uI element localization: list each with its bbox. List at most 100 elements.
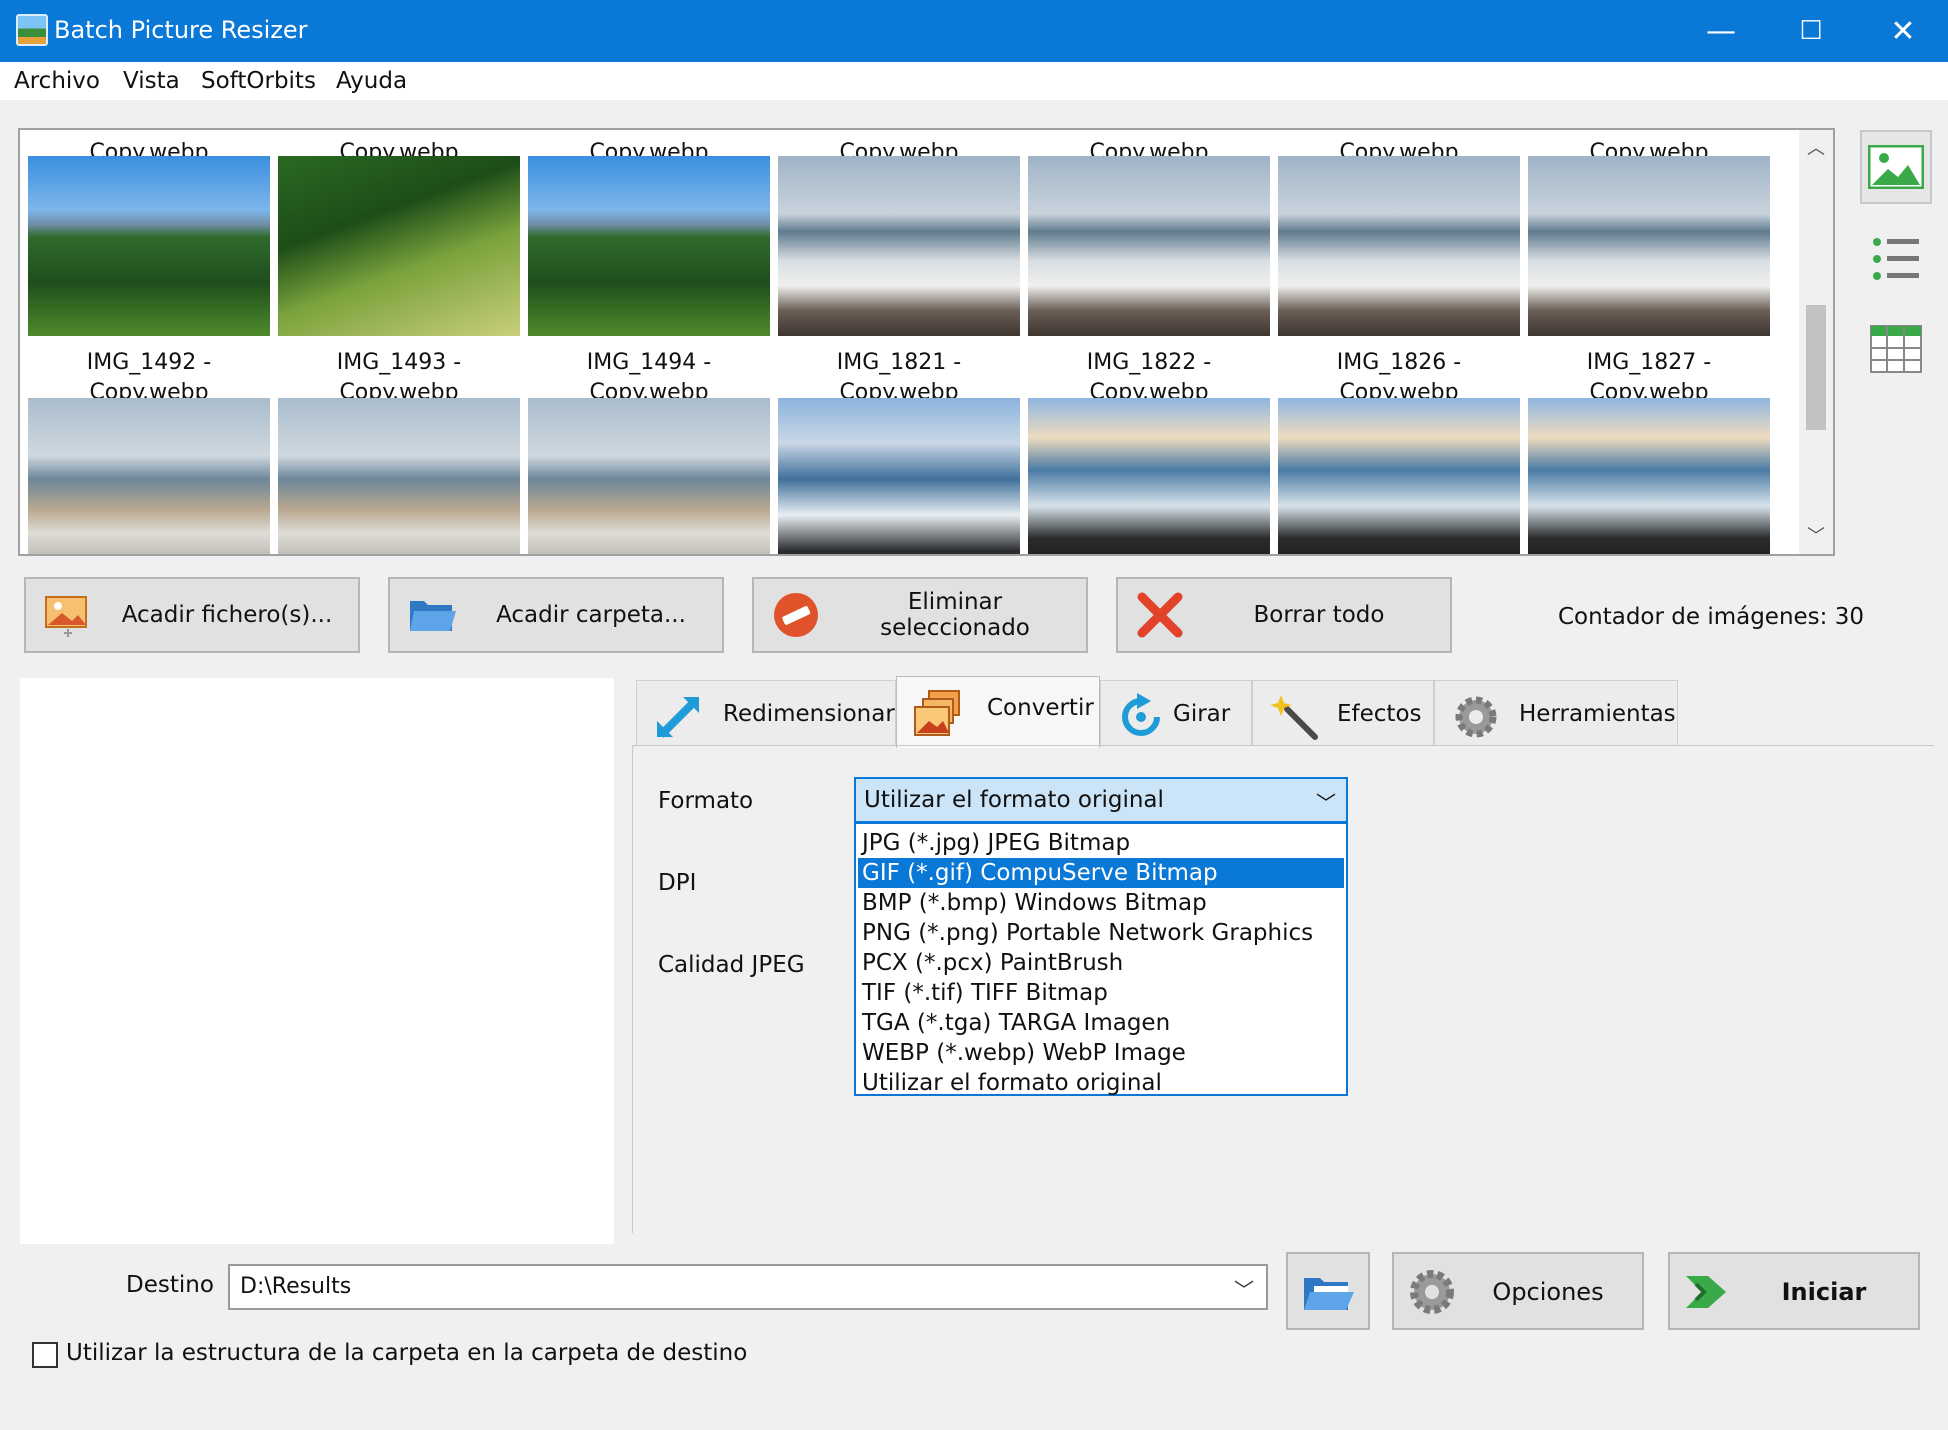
gear-icon — [1410, 1270, 1454, 1314]
thumbnail-image — [528, 398, 770, 554]
format-option-png[interactable]: PNG (*.png) Portable Network Graphics — [858, 918, 1344, 948]
image-icon — [1868, 145, 1924, 189]
clear-all-button[interactable]: Borrar todo — [1116, 577, 1452, 653]
dpi-label: DPI — [658, 870, 697, 896]
menu-vista[interactable]: Vista — [123, 68, 180, 94]
open-folder-icon — [1304, 1278, 1354, 1310]
thumbnail-caption-line1: IMG_1492 - — [86, 350, 212, 375]
menu-archivo[interactable]: Archivo — [14, 68, 100, 94]
tab-redimensionar[interactable]: Redimensionar — [636, 680, 896, 746]
start-button[interactable]: Iniciar — [1668, 1252, 1920, 1330]
tab-label: Efectos — [1337, 701, 1422, 727]
format-option-bmp[interactable]: BMP (*.bmp) Windows Bitmap — [858, 888, 1344, 918]
add-folder-button[interactable]: Acadir carpeta... — [388, 577, 724, 653]
options-button[interactable]: Opciones — [1392, 1252, 1644, 1330]
tab-convertir[interactable]: Convertir — [896, 676, 1100, 748]
format-select[interactable]: Utilizar el formato original ﹀ — [854, 777, 1348, 823]
tab-girar[interactable]: Girar — [1100, 680, 1252, 746]
thumbnail-image — [1278, 156, 1520, 336]
format-label: Formato — [658, 788, 754, 814]
start-label: Iniciar — [1781, 1278, 1867, 1306]
thumbnail-caption-line1: IMG_1493 - — [336, 350, 462, 375]
thumbnail-image — [1278, 398, 1520, 554]
chevron-down-icon: ﹀ — [1316, 791, 1336, 815]
thumbnail-view-button[interactable] — [1860, 130, 1932, 204]
list-icon — [1873, 238, 1919, 280]
thumbnail-image — [1028, 156, 1270, 336]
thumbnail-image — [778, 398, 1020, 554]
convert-images-icon — [914, 690, 960, 736]
thumbnail-image — [1028, 398, 1270, 554]
remove-icon — [774, 593, 818, 637]
menu-ayuda[interactable]: Ayuda — [336, 68, 407, 94]
magic-wand-icon — [1270, 695, 1318, 740]
minimize-button[interactable]: — — [1676, 0, 1766, 62]
tab-label: Redimensionar — [723, 701, 895, 727]
format-option-tif[interactable]: TIF (*.tif) TIFF Bitmap — [858, 978, 1344, 1008]
format-option-pcx[interactable]: PCX (*.pcx) PaintBrush — [858, 948, 1344, 978]
menu-softorbits[interactable]: SoftOrbits — [201, 68, 316, 94]
format-option-gif[interactable]: GIF (*.gif) CompuServe Bitmap — [858, 858, 1344, 888]
format-option-webp[interactable]: WEBP (*.webp) WebP Image — [858, 1038, 1344, 1068]
format-dropdown-list: JPG (*.jpg) JPEG Bitmap GIF (*.gif) Comp… — [854, 822, 1348, 1096]
clear-all-label: Borrar todo — [1253, 602, 1385, 628]
add-files-button[interactable]: Acadir fichero(s)... — [24, 577, 360, 653]
rotate-icon — [1122, 693, 1160, 736]
list-view-button[interactable] — [1860, 222, 1932, 296]
preview-panel — [20, 678, 614, 1244]
vertical-scrollbar[interactable]: ︿ ﹀ — [1799, 130, 1833, 554]
table-view-button[interactable] — [1860, 312, 1932, 386]
tab-label: Convertir — [987, 695, 1094, 721]
add-folder-label: Acadir carpeta... — [496, 602, 686, 628]
resize-arrows-icon — [657, 697, 699, 738]
thumbnail-caption-line1: IMG_1822 - — [1086, 350, 1212, 375]
destination-label: Destino — [126, 1272, 214, 1298]
thumbnail-grid[interactable]: Copy.webp Copy.webp Copy.webp Copy.webp … — [18, 128, 1835, 556]
remove-selected-button[interactable]: Eliminar seleccionado — [752, 577, 1088, 653]
add-files-label: Acadir fichero(s)... — [121, 602, 333, 628]
title-bar: Batch Picture Resizer — ☐ ✕ — [0, 0, 1948, 62]
remove-selected-label: Eliminar seleccionado — [880, 589, 1030, 641]
table-icon — [1870, 325, 1922, 373]
browse-folder-button[interactable] — [1286, 1252, 1370, 1330]
thumbnail-image — [28, 156, 270, 336]
maximize-button[interactable]: ☐ — [1766, 0, 1856, 62]
red-x-icon — [1137, 592, 1183, 638]
tab-label: Herramientas — [1519, 701, 1676, 727]
thumbnail-image — [278, 156, 520, 336]
window-title: Batch Picture Resizer — [54, 16, 308, 44]
tab-efectos[interactable]: Efectos — [1252, 680, 1434, 746]
keep-structure-label[interactable]: Utilizar la estructura de la carpeta en … — [66, 1340, 747, 1366]
green-arrow-icon — [1686, 1276, 1726, 1308]
scroll-up-icon[interactable]: ︿ — [1799, 130, 1833, 164]
close-button[interactable]: ✕ — [1858, 0, 1948, 62]
thumbnail-caption-line1: IMG_1826 - — [1336, 350, 1462, 375]
scrollbar-thumb[interactable] — [1806, 305, 1826, 430]
format-option-original[interactable]: Utilizar el formato original — [858, 1068, 1344, 1098]
format-selected-value: Utilizar el formato original — [864, 787, 1164, 813]
gear-icon — [1455, 696, 1497, 738]
tab-label: Girar — [1173, 701, 1231, 727]
format-option-tga[interactable]: TGA (*.tga) TARGA Imagen — [858, 1008, 1344, 1038]
image-counter: Contador de imágenes: 30 — [1558, 604, 1864, 630]
tab-herramientas[interactable]: Herramientas — [1434, 680, 1678, 746]
add-image-icon — [45, 596, 87, 637]
thumbnail-image — [1528, 156, 1770, 336]
destination-combo[interactable]: D:\Results ﹀ — [228, 1264, 1268, 1310]
thumbnail-image — [278, 398, 520, 554]
chevron-down-icon: ﹀ — [1234, 1278, 1254, 1302]
thumbnail-caption-line1: IMG_1494 - — [586, 350, 712, 375]
thumbnail-caption-line1: IMG_1821 - — [836, 350, 962, 375]
destination-value: D:\Results — [240, 1274, 352, 1299]
app-icon — [16, 14, 48, 46]
scroll-down-icon[interactable]: ﹀ — [1799, 518, 1833, 552]
folder-icon — [410, 601, 456, 631]
thumbnail-image — [1528, 398, 1770, 554]
keep-structure-checkbox[interactable] — [32, 1342, 58, 1368]
thumbnail-image — [528, 156, 770, 336]
thumbnail-image — [778, 156, 1020, 336]
format-option-jpg[interactable]: JPG (*.jpg) JPEG Bitmap — [858, 828, 1344, 858]
thumbnail-caption-line1: IMG_1827 - — [1586, 350, 1712, 375]
jpeg-quality-label: Calidad JPEG — [658, 952, 805, 978]
options-label: Opciones — [1492, 1278, 1604, 1306]
